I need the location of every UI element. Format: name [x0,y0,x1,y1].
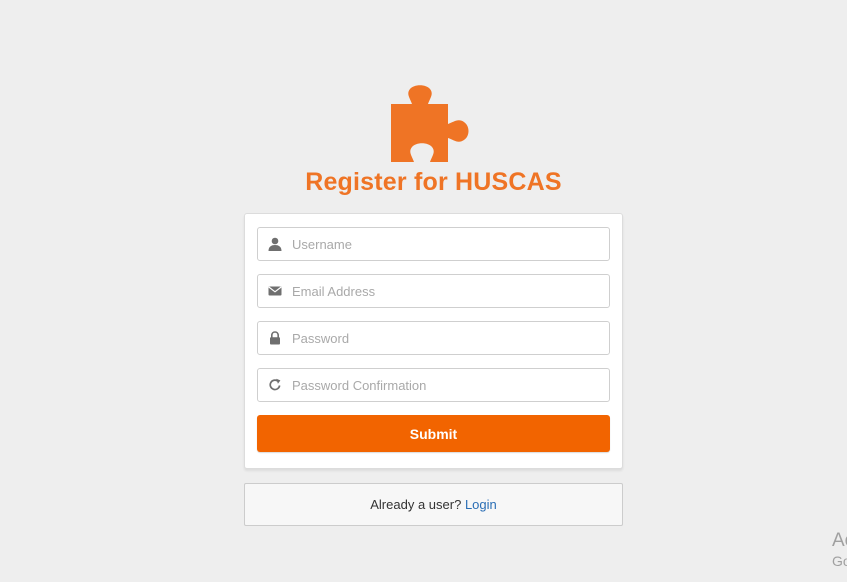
watermark-line-2: Go [832,553,847,569]
lock-icon [270,331,280,345]
password-input[interactable] [292,322,602,354]
login-prompt-box: Already a user? Login [244,483,623,526]
registration-form: Submit [244,213,623,469]
activation-watermark: Ac Go [832,530,847,570]
refresh-icon [269,378,281,391]
username-field[interactable] [257,227,610,261]
register-page: Register for HUSCAS Username Email Addre… [0,0,847,582]
envelope-icon [268,286,282,296]
email-input[interactable] [292,275,602,307]
user-icon [268,237,282,251]
login-link[interactable]: Login [465,497,497,512]
watermark-line-1: Ac [832,530,847,551]
username-input[interactable] [292,228,602,260]
puzzle-piece-icon [391,85,469,162]
password-confirmation-field[interactable] [257,368,610,402]
email-field[interactable] [257,274,610,308]
already-user-text: Already a user? [370,497,462,512]
password-field[interactable] [257,321,610,355]
submit-button[interactable]: Submit [257,415,610,452]
password-confirmation-input[interactable] [292,369,602,401]
page-title: Register for HUSCAS [305,168,562,196]
